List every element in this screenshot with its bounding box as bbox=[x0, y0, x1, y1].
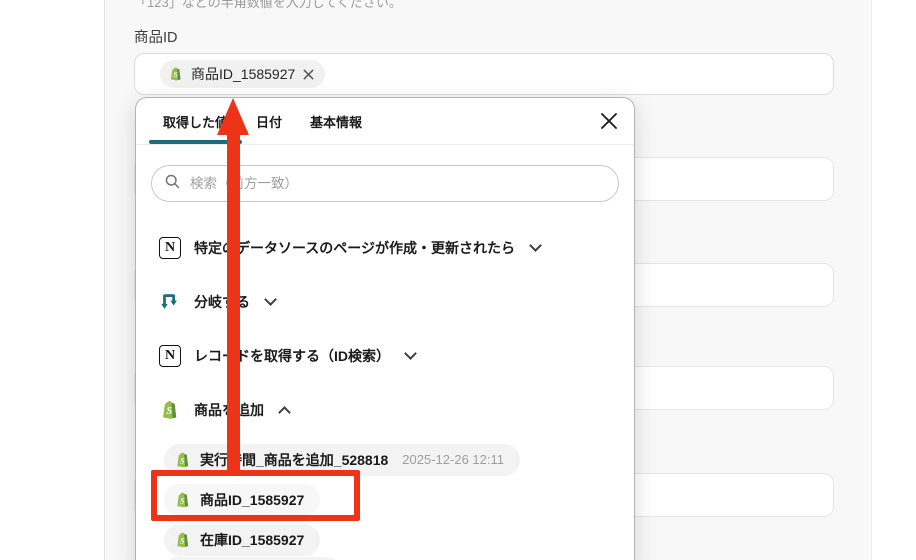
notion-icon: N bbox=[159, 237, 181, 259]
group-notion-get-record[interactable]: N レコードを取得する（ID検索） bbox=[136, 329, 634, 383]
selected-value-chip[interactable]: S 商品ID_1585927 bbox=[160, 60, 326, 88]
svg-text:S: S bbox=[167, 406, 173, 417]
shopify-icon: S bbox=[159, 399, 181, 421]
svg-text:S: S bbox=[180, 456, 185, 465]
group-notion-trigger[interactable]: N 特定のデータソースのページが作成・更新されたら bbox=[136, 221, 634, 275]
field-helper-text: 「123」などの半角数値を入力してください。 bbox=[134, 0, 402, 10]
notion-icon: N bbox=[159, 345, 181, 367]
group-list: N 特定のデータソースのページが作成・更新されたら 分岐する N レコードを取得… bbox=[136, 221, 634, 437]
chevron-down-icon bbox=[264, 293, 277, 306]
search-input[interactable] bbox=[190, 176, 606, 191]
value-item-product-id[interactable]: S 商品ID_1585927 bbox=[164, 484, 321, 516]
shopify-icon: S bbox=[174, 491, 192, 509]
chip-label: 商品ID_1585927 bbox=[191, 66, 296, 82]
shopify-icon: S bbox=[174, 531, 192, 549]
value-item-inventory-id[interactable]: S 在庫ID_1585927 bbox=[164, 524, 321, 556]
group-branch[interactable]: 分岐する bbox=[136, 275, 634, 329]
value-timestamp: 2025-12-26 12:11 bbox=[402, 452, 504, 467]
popup-tabs: 取得した値 日付 基本情報 bbox=[136, 98, 634, 144]
chevron-up-icon bbox=[278, 406, 291, 419]
shopify-icon: S bbox=[174, 451, 192, 469]
chip-remove-icon[interactable] bbox=[302, 68, 315, 81]
svg-text:S: S bbox=[173, 70, 177, 79]
svg-text:S: S bbox=[180, 496, 185, 505]
chevron-down-icon bbox=[404, 347, 417, 360]
value-item-runtime[interactable]: S 実行時間_商品を追加_528818 2025-12-26 12:11 bbox=[164, 444, 520, 476]
search-box[interactable] bbox=[151, 165, 619, 202]
tab-obtained-values[interactable]: 取得した値 bbox=[149, 112, 243, 144]
screen: 「123」などの半角数値を入力してください。 商品ID S 商品ID_15859… bbox=[0, 0, 916, 560]
branch-icon bbox=[159, 291, 181, 313]
group-shopify-add-product[interactable]: S 商品を追加 bbox=[136, 383, 634, 437]
tabs-divider bbox=[136, 144, 634, 145]
close-icon[interactable] bbox=[598, 110, 620, 132]
value-picker-popup: 取得した値 日付 基本情報 N 特定のデータソースのページが作成・更新されたら bbox=[135, 97, 635, 560]
shopify-icon: S bbox=[168, 66, 184, 82]
search-icon bbox=[164, 173, 181, 195]
svg-text:S: S bbox=[180, 536, 185, 545]
tab-date[interactable]: 日付 bbox=[242, 112, 296, 144]
chevron-down-icon bbox=[529, 239, 542, 252]
value-list: S 実行時間_商品を追加_528818 2025-12-26 12:11 S 商… bbox=[164, 444, 634, 556]
field-label-product-id: 商品ID bbox=[134, 30, 178, 46]
tab-basic-info[interactable]: 基本情報 bbox=[296, 112, 376, 144]
